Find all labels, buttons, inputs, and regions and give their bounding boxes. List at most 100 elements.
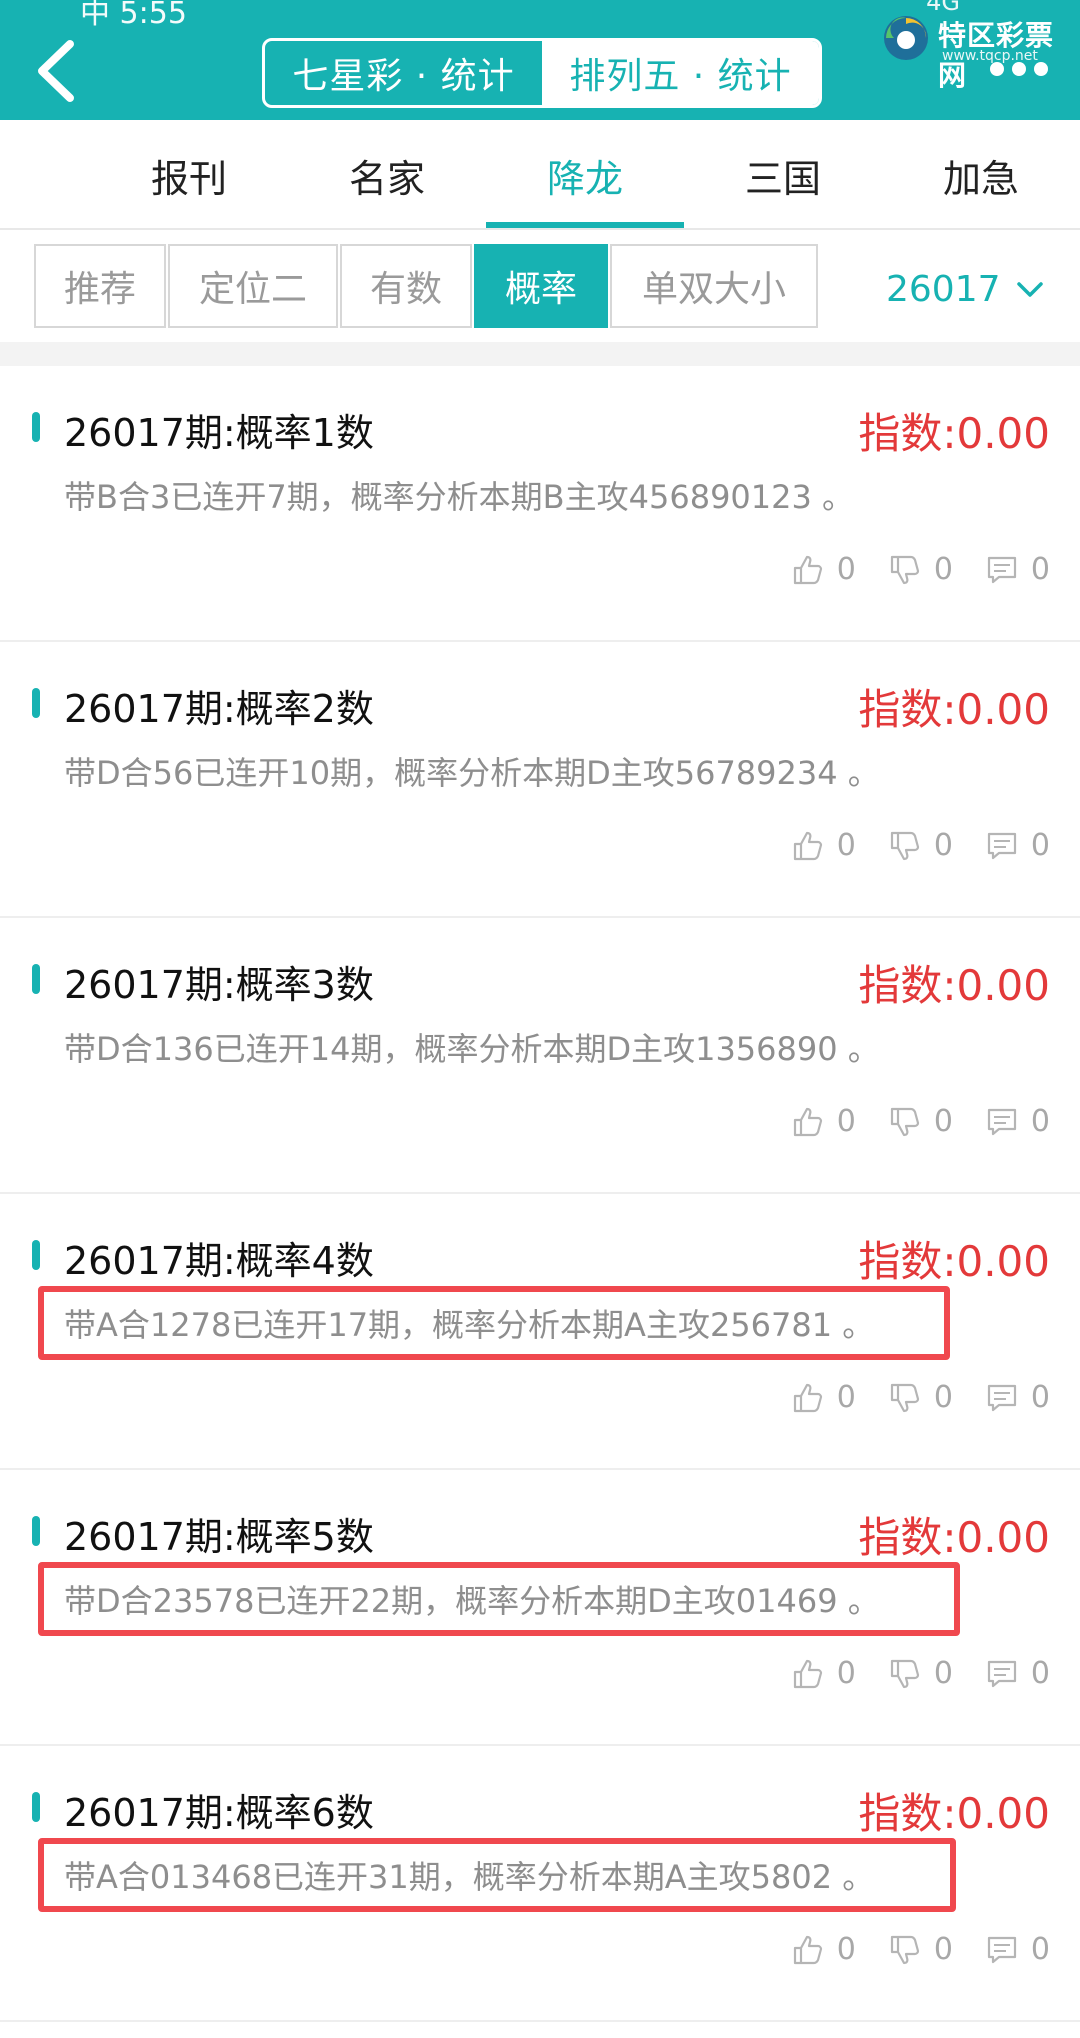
comment-button[interactable]: 0: [985, 552, 1050, 587]
card-title: 26017期:概率1数: [64, 411, 374, 455]
card-index: 指数:0.00: [858, 961, 1050, 1010]
more-dots-icon: [1034, 62, 1048, 76]
section-separator: [0, 342, 1080, 366]
comment-button[interactable]: 0: [985, 1656, 1050, 1691]
card-actions: 0 0 0: [791, 828, 1050, 863]
comment-button[interactable]: 0: [985, 1104, 1050, 1139]
card-accent-bar: [32, 1240, 40, 1270]
card-description: 带A合013468已连开31期，概率分析本期A主攻5802 。: [64, 1858, 875, 1896]
like-button[interactable]: 0: [791, 1104, 856, 1139]
period-value: 26017: [886, 268, 1001, 310]
thumbs-down-icon: [890, 1383, 919, 1412]
tab-baokan[interactable]: 报刊: [90, 120, 288, 230]
like-count: 0: [836, 828, 856, 863]
filter-gailv[interactable]: 概率: [474, 244, 608, 328]
forecast-card: 26017期:概率1数 指数:0.00 带B合3已连开7期，概率分析本期B主攻4…: [0, 366, 1080, 642]
back-button[interactable]: [30, 36, 86, 106]
filter-danshuangdaxiao[interactable]: 单双大小: [610, 244, 818, 328]
filter-tuijian[interactable]: 推荐: [34, 244, 166, 328]
dislike-button[interactable]: 0: [888, 1656, 953, 1691]
card-accent-bar: [32, 1516, 40, 1546]
dislike-button[interactable]: 0: [888, 552, 953, 587]
card-index: 指数:0.00: [858, 1789, 1050, 1838]
comment-icon: [987, 1660, 1017, 1687]
card-description: 带D合136已连开14期，概率分析本期D主攻1356890 。: [64, 1030, 880, 1068]
comment-count: 0: [1030, 1656, 1050, 1691]
card-description: 带B合3已连开7期，概率分析本期B主攻456890123 。: [64, 478, 855, 516]
comment-count: 0: [1030, 1932, 1050, 1967]
thumbs-down-icon: [890, 1107, 919, 1136]
dislike-count: 0: [933, 1656, 953, 1691]
more-button[interactable]: [990, 62, 1048, 76]
card-accent-bar: [32, 688, 40, 718]
comment-icon: [987, 556, 1017, 583]
card-description: 带A合1278已连开17期，概率分析本期A主攻256781 。: [64, 1306, 875, 1344]
dislike-count: 0: [933, 552, 953, 587]
card-accent-bar: [32, 964, 40, 994]
period-selector[interactable]: 26017: [886, 254, 1045, 324]
thumbs-up-icon: [793, 1107, 822, 1136]
tab-mingjia[interactable]: 名家: [288, 120, 486, 230]
seg-pailiewu[interactable]: 排列五 · 统计: [542, 41, 819, 105]
forecast-card: 26017期:概率5数 指数:0.00 带D合23578已连开22期，概率分析本…: [0, 1470, 1080, 1746]
card-title: 26017期:概率6数: [64, 1791, 374, 1835]
comment-count: 0: [1030, 552, 1050, 587]
logo-mark-icon: [884, 16, 928, 60]
status-bar-left: 中 5:55: [80, 0, 187, 31]
thumbs-up-icon: [793, 1935, 822, 1964]
card-actions: 0 0 0: [791, 1932, 1050, 1967]
category-tabs: 版 报刊 名家 降龙 三国 加急: [0, 120, 1080, 230]
card-actions: 0 0 0: [791, 1380, 1050, 1415]
thumbs-up-icon: [793, 831, 822, 860]
filter-youshu[interactable]: 有数: [340, 244, 472, 328]
comment-count: 0: [1030, 828, 1050, 863]
back-arrow-icon: [38, 40, 74, 102]
header-bar: 中 5:55 4G 七星彩 · 统计 排列五 · 统计 特区彩票网 www.tq…: [0, 0, 1080, 120]
dislike-button[interactable]: 0: [888, 1104, 953, 1139]
like-count: 0: [836, 552, 856, 587]
comment-icon: [987, 832, 1017, 859]
more-dots-icon: [1012, 62, 1026, 76]
like-button[interactable]: 0: [791, 1932, 856, 1967]
filter-dingweier[interactable]: 定位二: [168, 244, 338, 328]
dislike-button[interactable]: 0: [888, 1380, 953, 1415]
card-index: 指数:0.00: [858, 1237, 1050, 1286]
card-description: 带D合23578已连开22期，概率分析本期D主攻01469 。: [64, 1582, 880, 1620]
like-button[interactable]: 0: [791, 552, 856, 587]
forecast-card: 26017期:概率4数 指数:0.00 带A合1278已连开17期，概率分析本期…: [0, 1194, 1080, 1470]
like-count: 0: [836, 1380, 856, 1415]
dislike-button[interactable]: 0: [888, 1932, 953, 1967]
comment-icon: [987, 1108, 1017, 1135]
card-actions: 0 0 0: [791, 1104, 1050, 1139]
tab-ban[interactable]: 版: [0, 120, 78, 230]
thumbs-down-icon: [890, 831, 919, 860]
dislike-button[interactable]: 0: [888, 828, 953, 863]
comment-button[interactable]: 0: [985, 1380, 1050, 1415]
filter-bar: 推荐 定位二 有数 概率 单双大小 26017: [0, 232, 1080, 342]
like-count: 0: [836, 1932, 856, 1967]
tab-sanguo[interactable]: 三国: [684, 120, 882, 230]
thumbs-up-icon: [793, 1383, 822, 1412]
seg-qixingcai[interactable]: 七星彩 · 统计: [265, 41, 542, 105]
like-button[interactable]: 0: [791, 828, 856, 863]
thumbs-up-icon: [793, 555, 822, 584]
dislike-count: 0: [933, 828, 953, 863]
card-title: 26017期:概率5数: [64, 1515, 374, 1559]
more-dots-icon: [990, 62, 1004, 76]
like-button[interactable]: 0: [791, 1656, 856, 1691]
card-actions: 0 0 0: [791, 552, 1050, 587]
tab-jiaji[interactable]: 加急: [882, 120, 1080, 230]
comment-button[interactable]: 0: [985, 828, 1050, 863]
dislike-count: 0: [933, 1932, 953, 1967]
card-title: 26017期:概率2数: [64, 687, 374, 731]
like-count: 0: [836, 1104, 856, 1139]
like-button[interactable]: 0: [791, 1380, 856, 1415]
card-accent-bar: [32, 412, 40, 442]
comment-button[interactable]: 0: [985, 1932, 1050, 1967]
card-title: 26017期:概率3数: [64, 963, 374, 1007]
chevron-down-icon: [1016, 282, 1043, 297]
tab-xianglong[interactable]: 降龙: [486, 120, 684, 230]
comment-count: 0: [1030, 1104, 1050, 1139]
like-count: 0: [836, 1656, 856, 1691]
card-title: 26017期:概率4数: [64, 1239, 374, 1283]
